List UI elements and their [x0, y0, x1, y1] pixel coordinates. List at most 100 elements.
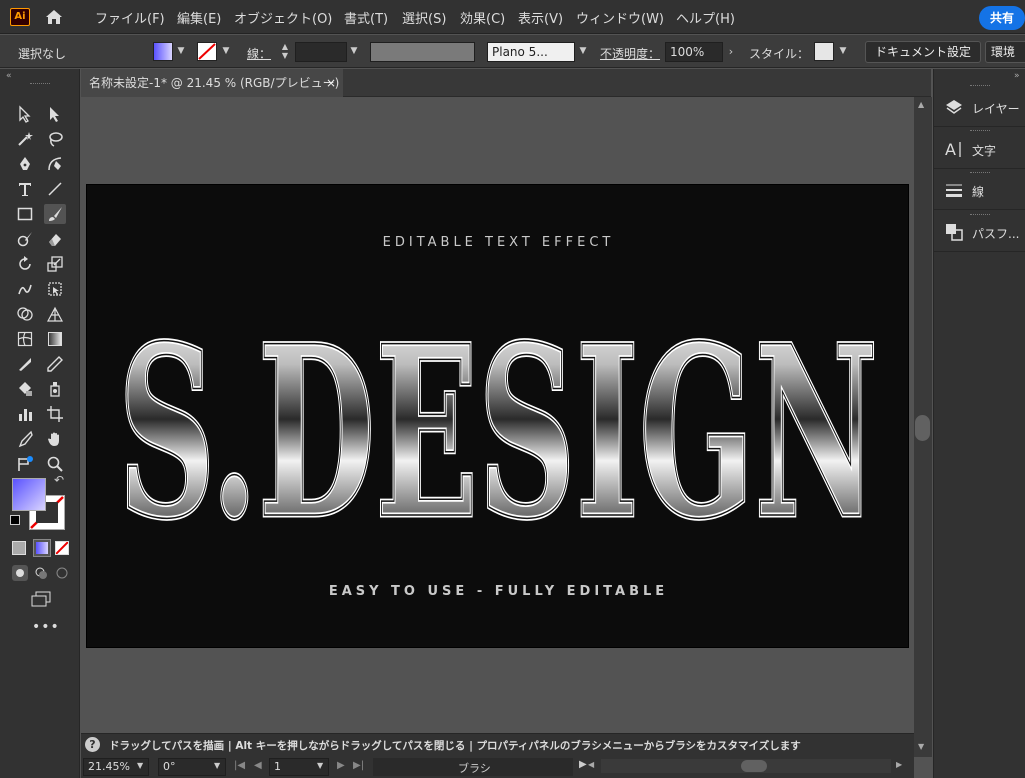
paintbrush-tool-icon[interactable] — [44, 204, 66, 224]
hscroll-right-icon[interactable]: ▶ — [896, 760, 902, 769]
lasso-tool-icon[interactable] — [44, 129, 66, 149]
panel-grip[interactable] — [30, 83, 50, 84]
gradient-tool-icon[interactable] — [44, 329, 66, 349]
menu-type[interactable]: 書式(T) — [344, 8, 388, 27]
draw-normal-icon[interactable] — [12, 565, 28, 581]
status-bar: ? ドラッグしてパスを描画 | Alt キーを押しながらドラッグしてパスを閉じる… — [81, 733, 914, 755]
menu-object[interactable]: オブジェクト(O) — [234, 8, 332, 27]
menu-window[interactable]: ウィンドウ(W) — [576, 8, 664, 27]
color-mode-icon[interactable] — [12, 541, 26, 555]
tools-panel: « ↶ ••• — [0, 69, 80, 778]
zoom-tool-icon[interactable] — [44, 454, 66, 474]
width-tool-icon[interactable] — [14, 354, 36, 374]
status-menu-arrow-icon[interactable]: ▶ — [579, 759, 587, 770]
previous-artboard-icon[interactable]: ◀ — [254, 760, 262, 771]
vertical-scrollbar[interactable]: ▲ ▼ — [914, 97, 932, 757]
line-tool-icon[interactable] — [44, 179, 66, 199]
direct-selection-tool-icon[interactable] — [44, 104, 66, 124]
hand-tool-icon[interactable] — [44, 429, 66, 449]
gradient-mode-icon[interactable] — [33, 539, 51, 557]
fill-color-front[interactable] — [12, 478, 46, 511]
warp-tool-icon[interactable] — [14, 279, 36, 299]
draw-inside-icon[interactable] — [54, 565, 70, 581]
eyedropper-tool-icon[interactable] — [44, 354, 66, 374]
expand-panels-icon[interactable]: » — [1014, 71, 1020, 81]
blob-brush-tool-icon[interactable] — [14, 229, 36, 249]
type-tool-icon[interactable] — [14, 179, 36, 199]
next-artboard-icon[interactable]: ▶ — [337, 760, 345, 771]
preferences-button[interactable]: 環境 — [985, 41, 1025, 63]
menu-effect[interactable]: 効果(C) — [460, 8, 505, 27]
shape-builder-tool-icon[interactable] — [14, 304, 36, 324]
more-tools-icon[interactable]: ••• — [32, 619, 60, 635]
slice-tool-icon[interactable] — [14, 429, 36, 449]
fill-swatch[interactable] — [153, 42, 173, 61]
brush-chevron-down-icon[interactable]: ▼ — [576, 42, 590, 61]
panel-character[interactable]: A 文字 — [934, 129, 1025, 169]
selection-tool-icon[interactable] — [14, 104, 36, 124]
puppet-warp-tool-icon[interactable] — [14, 454, 36, 474]
draw-behind-icon[interactable] — [33, 565, 49, 581]
stroke-swatch[interactable] — [197, 42, 217, 61]
free-transform-tool-icon[interactable] — [44, 279, 66, 299]
menu-select[interactable]: 選択(S) — [402, 8, 446, 27]
symbol-sprayer-tool-icon[interactable] — [44, 379, 66, 399]
pathfinder-icon — [946, 224, 963, 241]
horizontal-scrollbar[interactable] — [601, 759, 891, 773]
panel-layers[interactable]: レイヤー — [934, 87, 1025, 127]
artboard-tool-icon[interactable] — [44, 404, 66, 424]
brush-definition[interactable]: Plano 5... — [487, 42, 575, 62]
home-icon[interactable] — [44, 8, 64, 26]
fill-chevron-down-icon[interactable]: ▼ — [174, 42, 188, 61]
perspective-grid-tool-icon[interactable] — [44, 304, 66, 324]
column-graph-tool-icon[interactable] — [14, 404, 36, 424]
artwork-main-text[interactable]: S.DESIGN S.DESIGN — [87, 303, 910, 533]
zoom-chevron-down-icon[interactable]: ▼ — [137, 761, 143, 770]
swap-colors-icon[interactable]: ↶ — [54, 473, 64, 487]
artboard-chevron-down-icon[interactable]: ▼ — [317, 761, 323, 770]
document-setup-button[interactable]: ドキュメント設定 — [865, 41, 981, 63]
help-icon[interactable]: ? — [85, 737, 100, 752]
magic-wand-tool-icon[interactable] — [14, 129, 36, 149]
default-colors-icon[interactable] — [10, 515, 20, 525]
mesh-tool-icon[interactable] — [14, 329, 36, 349]
curvature-tool-icon[interactable] — [44, 154, 66, 174]
menu-view[interactable]: 表示(V) — [518, 8, 563, 27]
scroll-up-icon[interactable]: ▲ — [918, 100, 924, 109]
rectangle-tool-icon[interactable] — [14, 204, 36, 224]
last-artboard-icon[interactable]: ▶| — [353, 760, 364, 771]
none-mode-icon[interactable] — [55, 541, 69, 555]
artboard[interactable]: EDITABLE TEXT EFFECT S.DESIGN S.DESIGN E… — [86, 184, 909, 648]
hscroll-thumb[interactable] — [741, 760, 767, 772]
graphic-style-swatch[interactable] — [814, 42, 834, 61]
pen-tool-icon[interactable] — [14, 154, 36, 174]
scroll-down-icon[interactable]: ▼ — [918, 742, 924, 751]
eraser-tool-icon[interactable] — [44, 229, 66, 249]
panel-stroke[interactable]: 線 — [934, 170, 1025, 210]
share-button[interactable]: 共有 — [979, 6, 1025, 30]
stroke-chevron-down-icon[interactable]: ▼ — [219, 42, 233, 61]
stroke-weight-input[interactable] — [295, 42, 347, 62]
document-tab[interactable]: 名称未設定-1* @ 21.45 % (RGB/プレビュー) — [81, 69, 343, 97]
stroke-weight-chevron-down-icon[interactable]: ▼ — [347, 42, 361, 61]
opacity-input[interactable]: 100% — [665, 42, 723, 62]
menu-file[interactable]: ファイル(F) — [95, 8, 165, 27]
collapse-icon[interactable]: « — [6, 71, 12, 81]
menu-help[interactable]: ヘルプ(H) — [676, 8, 735, 27]
menu-edit[interactable]: 編集(E) — [177, 8, 221, 27]
panel-pathfinder[interactable]: パスフ... — [934, 212, 1025, 252]
variable-width-profile[interactable] — [370, 42, 475, 62]
hscroll-left-icon[interactable]: ◀ — [588, 760, 594, 769]
stroke-stepper[interactable]: ▲ ▼ — [278, 42, 292, 61]
scale-tool-icon[interactable] — [44, 254, 66, 274]
rotate-tool-icon[interactable] — [14, 254, 36, 274]
app-logo: Ai — [10, 8, 30, 26]
rotation-chevron-down-icon[interactable]: ▼ — [214, 761, 220, 770]
close-icon[interactable]: × — [326, 69, 336, 97]
scrollbar-thumb[interactable] — [915, 415, 930, 441]
opacity-chevron-right-icon[interactable]: › — [724, 42, 738, 61]
screen-mode-icon[interactable] — [30, 591, 52, 607]
style-chevron-down-icon[interactable]: ▼ — [836, 42, 850, 61]
live-paint-bucket-tool-icon[interactable] — [14, 379, 36, 399]
first-artboard-icon[interactable]: |◀ — [234, 760, 245, 771]
